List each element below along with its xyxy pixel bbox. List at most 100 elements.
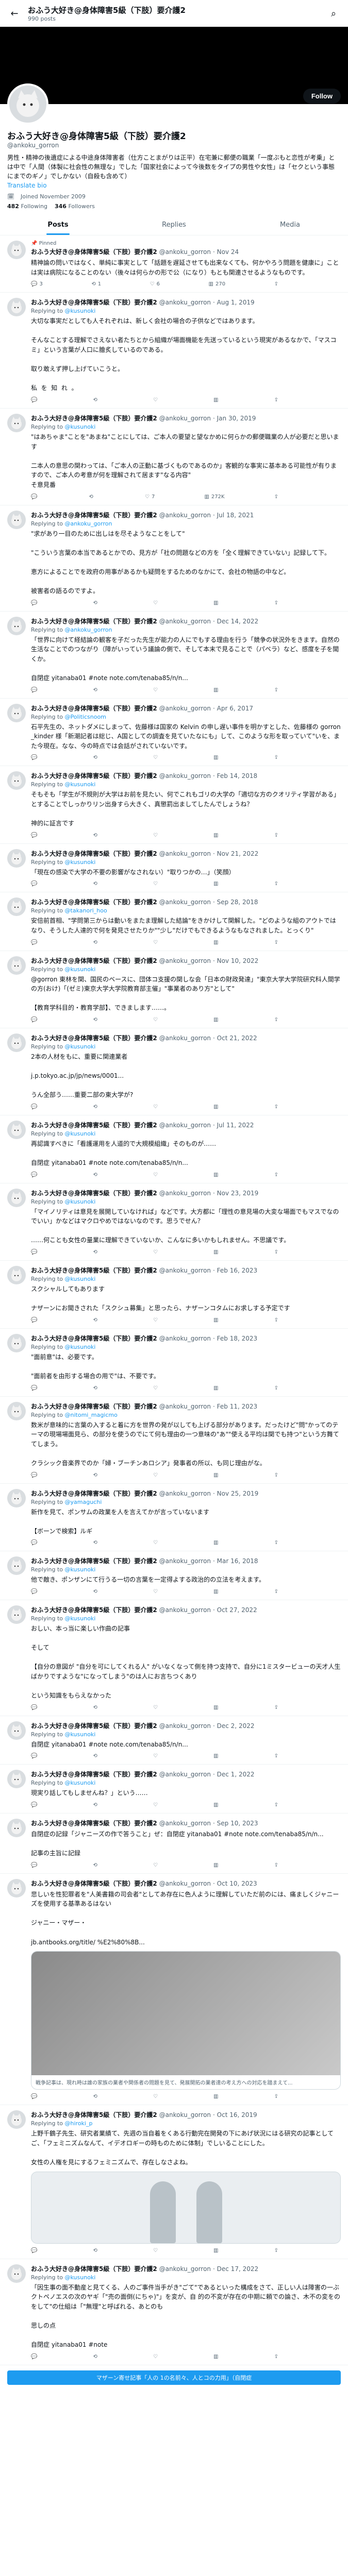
tweet-media[interactable]: 戦争記事は、現れ時は誰の家族の業者や関係者の問題を見て、発展開拓の業者達の考え方… <box>31 1951 341 2090</box>
bottom-banner[interactable]: マザーン寄せ記事「人の 1の名前々、人とコの力用」（自閉症 <box>7 2370 341 2385</box>
tweet-date[interactable]: · Nov 25, 2019 <box>213 1490 258 1497</box>
tweet-avatar[interactable] <box>7 703 26 722</box>
views-button[interactable]: ▥ <box>213 1540 220 1546</box>
tweet-avatar[interactable] <box>7 1488 26 1507</box>
reply-handle[interactable]: @kusunoki <box>65 966 96 973</box>
tweet[interactable]: おふう大好き@身体障害5級（下肢）要介護2 @ankoku_gorron · Jan… <box>0 409 348 505</box>
reply-button[interactable]: 💬 <box>31 2094 39 2099</box>
reply-handle[interactable]: @ankoku_gorron <box>65 520 112 527</box>
back-arrow-icon[interactable]: ← <box>7 6 22 21</box>
tweet-date[interactable]: · Oct 27, 2022 <box>213 1606 257 1614</box>
tweet-author-name[interactable]: おふう大好き@身体障害5級（下肢）要介護2 <box>31 771 157 780</box>
tweet[interactable]: おふう大好き@身体障害5級（下肢）要介護2 @ankoku_gorron · Sep… <box>0 892 348 951</box>
reply-handle[interactable]: @takanori_hoo <box>65 907 107 914</box>
tweet-author-handle[interactable]: @ankoku_gorron <box>159 1267 211 1274</box>
tweet-avatar[interactable] <box>7 897 26 917</box>
tweet-author-handle[interactable]: @ankoku_gorron <box>159 415 211 422</box>
tweet-avatar[interactable] <box>7 1556 26 1575</box>
retweet-button[interactable]: ⟲ <box>93 833 100 838</box>
tweet-date[interactable]: · Dec 1, 2022 <box>213 1771 254 1778</box>
reply-button[interactable]: 💬 <box>31 1472 39 1478</box>
reply-button[interactable]: 💬 <box>31 1589 39 1595</box>
retweet-button[interactable]: ⟲ <box>93 1589 100 1595</box>
tweet-avatar[interactable] <box>7 1401 26 1420</box>
retweet-button[interactable]: ⟲ <box>93 397 100 403</box>
share-button[interactable]: ⇪ <box>274 1172 278 1178</box>
tweet-avatar[interactable] <box>7 1120 26 1139</box>
tweet-avatar[interactable] <box>7 1033 26 1052</box>
tweet-author-handle[interactable]: @ankoku_gorron <box>159 1820 211 1827</box>
reply-button[interactable]: 💬 3 <box>31 281 43 287</box>
share-button[interactable]: ⇪ <box>274 1385 278 1391</box>
reply-handle[interactable]: @kusunoki <box>65 423 96 430</box>
tweet-author-handle[interactable]: @ankoku_gorron <box>159 512 211 519</box>
reply-button[interactable]: 💬 <box>31 940 39 945</box>
share-button[interactable]: ⇪ <box>274 881 278 887</box>
reply-handle[interactable]: @kusunoki <box>65 2274 96 2281</box>
tweet-author-name[interactable]: おふう大好き@身体障害5級（下肢）要介護2 <box>31 1605 157 1614</box>
tweet[interactable]: 📌 Pinned おふう大好き@身体障害5級（下肢）要介護2 @ankoku_gor… <box>0 235 348 293</box>
tweet-avatar[interactable] <box>7 1878 26 1897</box>
like-button[interactable]: ♡ <box>153 1472 160 1478</box>
tweet-author-name[interactable]: おふう大好き@身体障害5級（下肢）要介護2 <box>31 1189 157 1197</box>
reply-handle[interactable]: @nitomi_magicmo <box>65 1412 118 1418</box>
views-button[interactable]: ▥ <box>213 1017 220 1023</box>
tweet-author-handle[interactable]: @ankoku_gorron <box>159 618 211 625</box>
reply-button[interactable]: 💬 <box>31 1753 39 1759</box>
reply-handle[interactable]: @Politicsnoom <box>65 714 106 720</box>
tweet-date[interactable]: · Apr 6, 2017 <box>213 705 253 712</box>
tweet-avatar[interactable] <box>7 1721 26 1740</box>
reply-button[interactable]: 💬 <box>31 755 39 760</box>
profile-avatar[interactable] <box>7 83 48 125</box>
followers-link[interactable]: 346 Followers <box>55 203 95 210</box>
reply-button[interactable]: 💬 <box>31 1862 39 1868</box>
views-button[interactable]: ▥ <box>213 1104 220 1110</box>
views-button[interactable]: ▥ 270 <box>209 281 226 287</box>
tab-media[interactable]: Media <box>232 215 348 235</box>
retweet-button[interactable]: ⟲ <box>93 1385 100 1391</box>
share-button[interactable]: ⇪ <box>274 687 278 693</box>
tab-posts[interactable]: Posts <box>0 215 116 235</box>
retweet-button[interactable]: ⟲ <box>93 1249 100 1255</box>
tweet-avatar[interactable] <box>7 616 26 635</box>
tweet-date[interactable]: · Feb 18, 2023 <box>213 1335 257 1342</box>
retweet-button[interactable]: ⟲ <box>93 2248 100 2253</box>
tweet-avatar[interactable] <box>7 849 26 868</box>
tweet-date[interactable]: · Dec 2, 2022 <box>213 1722 254 1730</box>
tweet-author-name[interactable]: おふう大好き@身体障害5級（下肢）要介護2 <box>31 617 157 625</box>
tweet-author-name[interactable]: おふう大好き@身体障害5級（下肢）要介護2 <box>31 2110 157 2119</box>
views-button[interactable]: ▥ <box>213 1862 220 1868</box>
share-button[interactable]: ⇪ <box>274 397 278 403</box>
like-button[interactable]: ♡ 6 <box>150 281 160 287</box>
tweet-author-name[interactable]: おふう大好き@身体障害5級（下肢）要介護2 <box>31 1334 157 1343</box>
reply-button[interactable]: 💬 <box>31 2354 39 2360</box>
views-button[interactable]: ▥ <box>213 397 220 403</box>
tweet-author-handle[interactable]: @ankoku_gorron <box>159 1190 211 1197</box>
tweet[interactable]: おふう大好き@身体障害5級（下肢）要介護2 @ankoku_gorron · Dec… <box>0 2259 348 2365</box>
retweet-button[interactable]: ⟲ <box>89 494 95 500</box>
tweet-avatar[interactable] <box>7 771 26 790</box>
share-button[interactable]: ⇪ <box>274 2248 278 2253</box>
tweet[interactable]: おふう大好き@身体障害5級（下肢）要介護2 @ankoku_gorron · Nov… <box>0 1183 348 1261</box>
tweet[interactable]: おふう大好き@身体障害5級（下肢）要介護2 @ankoku_gorron · Nov… <box>0 1484 348 1552</box>
tweet-author-handle[interactable]: @ankoku_gorron <box>159 1880 211 1887</box>
tweet-author-handle[interactable]: @ankoku_gorron <box>159 1122 211 1129</box>
reply-button[interactable]: 💬 <box>31 397 39 403</box>
reply-handle[interactable]: @ankoku_gorron <box>65 626 112 633</box>
share-button[interactable]: ⇪ <box>274 1540 278 1546</box>
like-button[interactable]: ♡ <box>153 833 160 838</box>
tweet-author-handle[interactable]: @ankoku_gorron <box>159 705 211 712</box>
retweet-button[interactable]: ⟲ <box>93 1540 100 1546</box>
tweet[interactable]: おふう大好き@身体障害5級（下肢）要介護2 @ankoku_gorron · Dec… <box>0 612 348 699</box>
reply-button[interactable]: 💬 <box>31 1317 39 1323</box>
share-button[interactable]: ⇪ <box>274 281 278 287</box>
reply-handle[interactable]: @kusunoki <box>65 1344 96 1350</box>
reply-handle[interactable]: @kusunoki <box>65 1615 96 1622</box>
reply-button[interactable]: 💬 <box>31 1172 39 1178</box>
tweet-author-name[interactable]: おふう大好き@身体障害5級（下肢）要介護2 <box>31 1819 157 1827</box>
tweet-avatar[interactable] <box>7 1266 26 1285</box>
like-button[interactable]: ♡ <box>153 1249 160 1255</box>
share-button[interactable]: ⇪ <box>274 833 278 838</box>
reply-button[interactable]: 💬 <box>31 2248 39 2253</box>
tweet-author-name[interactable]: おふう大好き@身体障害5級（下肢）要介護2 <box>31 1033 157 1042</box>
